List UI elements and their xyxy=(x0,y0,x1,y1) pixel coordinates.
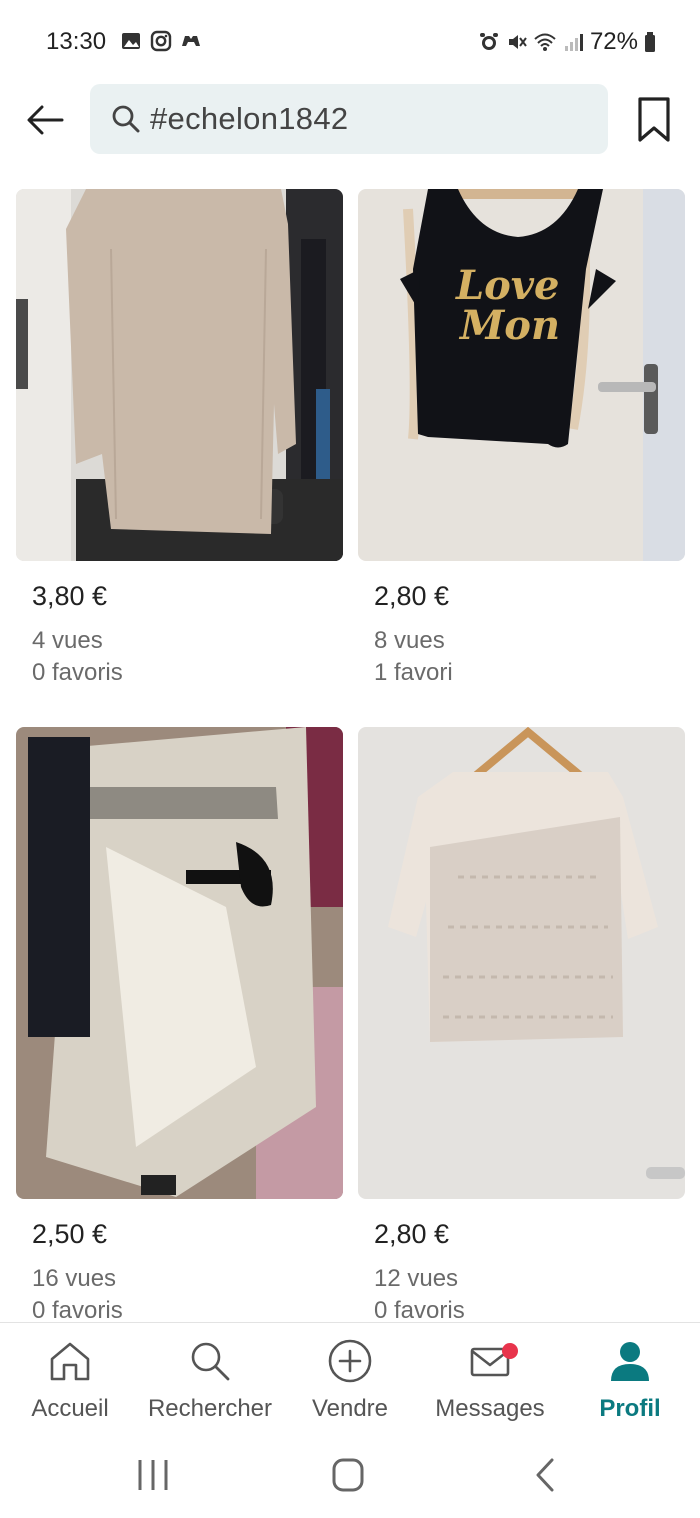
product-photo[interactable] xyxy=(358,727,685,1199)
svg-text:Mon: Mon xyxy=(458,302,560,349)
product-price: 2,80 € xyxy=(374,1219,450,1249)
search-query: #echelon1842 xyxy=(150,101,349,136)
home-icon xyxy=(50,1342,90,1381)
battery-percent: 72% xyxy=(589,28,638,55)
product-photo[interactable] xyxy=(16,189,343,561)
search-input[interactable]: #echelon1842 xyxy=(90,84,608,154)
search-icon xyxy=(112,105,140,133)
product-favorites: 1 favori xyxy=(374,659,453,686)
product-photo[interactable]: Love Mon xyxy=(358,189,685,561)
product-favorites: 0 favoris xyxy=(374,1297,465,1324)
beige-satin-top-photo xyxy=(16,727,343,1199)
nav-item-sell[interactable]: Vendre xyxy=(280,1337,420,1423)
status-bar: 13:30 72% xyxy=(0,0,700,80)
product-price: 2,50 € xyxy=(32,1219,108,1249)
nav-label: Rechercher xyxy=(147,1395,273,1422)
chevron-left-icon xyxy=(536,1458,554,1492)
nav-label: Messages xyxy=(435,1395,545,1422)
product-views: 12 vues xyxy=(374,1265,459,1292)
arrow-left-icon xyxy=(27,105,64,135)
back-button[interactable] xyxy=(22,100,68,140)
bookmark-icon xyxy=(638,97,670,142)
unread-badge xyxy=(502,1343,518,1359)
product-photo[interactable] xyxy=(16,727,343,1199)
nav-label: Profil xyxy=(599,1395,661,1422)
battery-icon xyxy=(645,32,655,52)
nav-label: Vendre xyxy=(311,1395,389,1422)
nav-item-search[interactable]: Rechercher xyxy=(140,1337,280,1423)
wifi-icon xyxy=(534,33,556,51)
plus-circle-icon xyxy=(328,1339,372,1383)
product-card[interactable]: Love Mon 2,80 € 8 vues 1 favori xyxy=(358,189,685,686)
save-search-button[interactable] xyxy=(634,96,674,144)
instagram-icon xyxy=(150,30,172,52)
product-favorites: 0 favoris xyxy=(32,659,123,686)
nav-item-profile[interactable]: Profil xyxy=(560,1337,700,1423)
game-icon xyxy=(182,36,200,46)
recent-apps-icon xyxy=(138,1460,168,1490)
product-views: 16 vues xyxy=(32,1265,117,1292)
product-views: 8 vues xyxy=(374,627,445,654)
bottom-navigation: Accueil Rechercher Vendre Messages Profi… xyxy=(0,1322,700,1432)
status-system-icons: 72% xyxy=(478,28,656,56)
status-notification-icons xyxy=(120,30,202,52)
beige-sweater-photo xyxy=(16,189,343,561)
signal-icon xyxy=(564,34,583,51)
black-tank-top-photo: Love Mon xyxy=(358,189,685,561)
alarm-icon xyxy=(479,33,498,50)
product-views: 4 vues xyxy=(32,627,103,654)
product-favorites: 0 favoris xyxy=(32,1297,123,1324)
profile-icon xyxy=(611,1342,649,1381)
mute-icon xyxy=(508,35,527,49)
nav-item-home[interactable]: Accueil xyxy=(0,1337,140,1423)
product-price: 2,80 € xyxy=(374,581,450,611)
recent-apps-button[interactable] xyxy=(128,1456,178,1496)
product-price: 3,80 € xyxy=(32,581,108,611)
search-icon xyxy=(191,1342,230,1381)
product-card[interactable]: 2,50 € 16 vues 0 favoris xyxy=(16,727,343,1324)
nav-label: Accueil xyxy=(31,1395,109,1422)
nav-item-messages[interactable]: Messages xyxy=(420,1337,560,1423)
product-card[interactable]: 3,80 € 4 vues 0 favoris xyxy=(16,189,343,686)
system-navigation-bar xyxy=(0,1440,700,1518)
product-card[interactable]: 2,80 € 12 vues 0 favoris xyxy=(358,727,685,1324)
home-circle-icon xyxy=(332,1458,364,1492)
search-results-screen: 13:30 72% #echelon1842 3,80 € 4 vues 0 f… xyxy=(0,0,700,1518)
gallery-icon xyxy=(122,33,140,49)
home-button[interactable] xyxy=(323,1456,373,1496)
status-time: 13:30 xyxy=(46,28,107,55)
lace-top-photo xyxy=(358,727,685,1199)
system-back-button[interactable] xyxy=(520,1456,570,1496)
